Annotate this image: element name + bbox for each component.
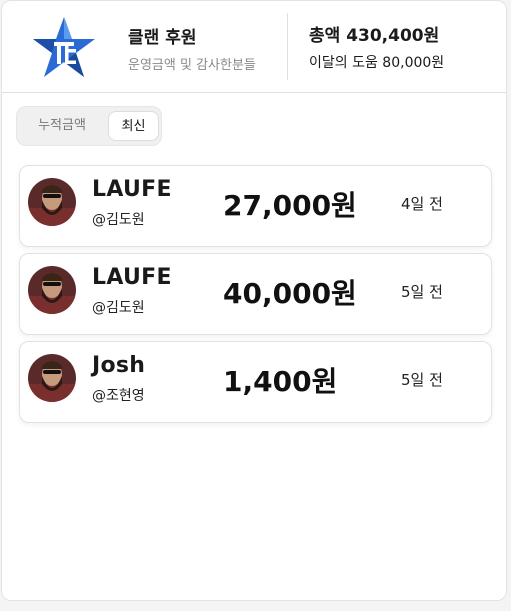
tab-latest[interactable]: 최신 xyxy=(108,111,159,141)
sort-tabs: 누적금액 최신 xyxy=(16,106,162,146)
monthly-amount: 이달의 도움 80,000원 xyxy=(309,55,445,71)
club-title: 클랜 후원 xyxy=(128,28,197,48)
donation-card[interactable]: Josh @조현영 1,400원 5일 전 xyxy=(19,341,492,423)
donation-time: 5일 전 xyxy=(401,283,443,301)
club-subtitle: 운영금액 및 감사한분들 xyxy=(128,58,256,73)
club-info: 클랜 후원 운영금액 및 감사한분들 xyxy=(128,23,256,73)
avatar xyxy=(28,178,76,226)
donor-name: LAUFE xyxy=(92,265,172,290)
donor-handle: @김도원 xyxy=(92,300,145,316)
donation-amount: 27,000원 xyxy=(223,189,357,222)
total-amount: 총액 430,400원 xyxy=(309,26,440,46)
panel-header: 클랜 후원 운영금액 및 감사한분들 총액 430,400원 이달의 도움 80… xyxy=(2,1,506,93)
donation-card[interactable]: LAUFE @김도원 27,000원 4일 전 xyxy=(19,165,492,247)
donation-time: 5일 전 xyxy=(401,371,443,389)
donation-panel: 클랜 후원 운영금액 및 감사한분들 총액 430,400원 이달의 도움 80… xyxy=(1,0,507,601)
donation-amount: 1,400원 xyxy=(223,365,338,398)
header-divider xyxy=(287,13,288,80)
donor-handle: @조현영 xyxy=(92,388,145,404)
donor-handle: @김도원 xyxy=(92,212,145,228)
avatar xyxy=(28,266,76,314)
tab-cumulative[interactable]: 누적금액 xyxy=(23,111,101,141)
clan-logo xyxy=(32,15,96,79)
totals-summary: 총액 430,400원 이달의 도움 80,000원 xyxy=(309,21,444,72)
donation-time: 4일 전 xyxy=(401,195,443,213)
avatar xyxy=(28,354,76,402)
donation-card[interactable]: LAUFE @김도원 40,000원 5일 전 xyxy=(19,253,492,335)
donation-amount: 40,000원 xyxy=(223,277,357,310)
donor-name: Josh xyxy=(92,353,146,378)
donor-name: LAUFE xyxy=(92,177,172,202)
